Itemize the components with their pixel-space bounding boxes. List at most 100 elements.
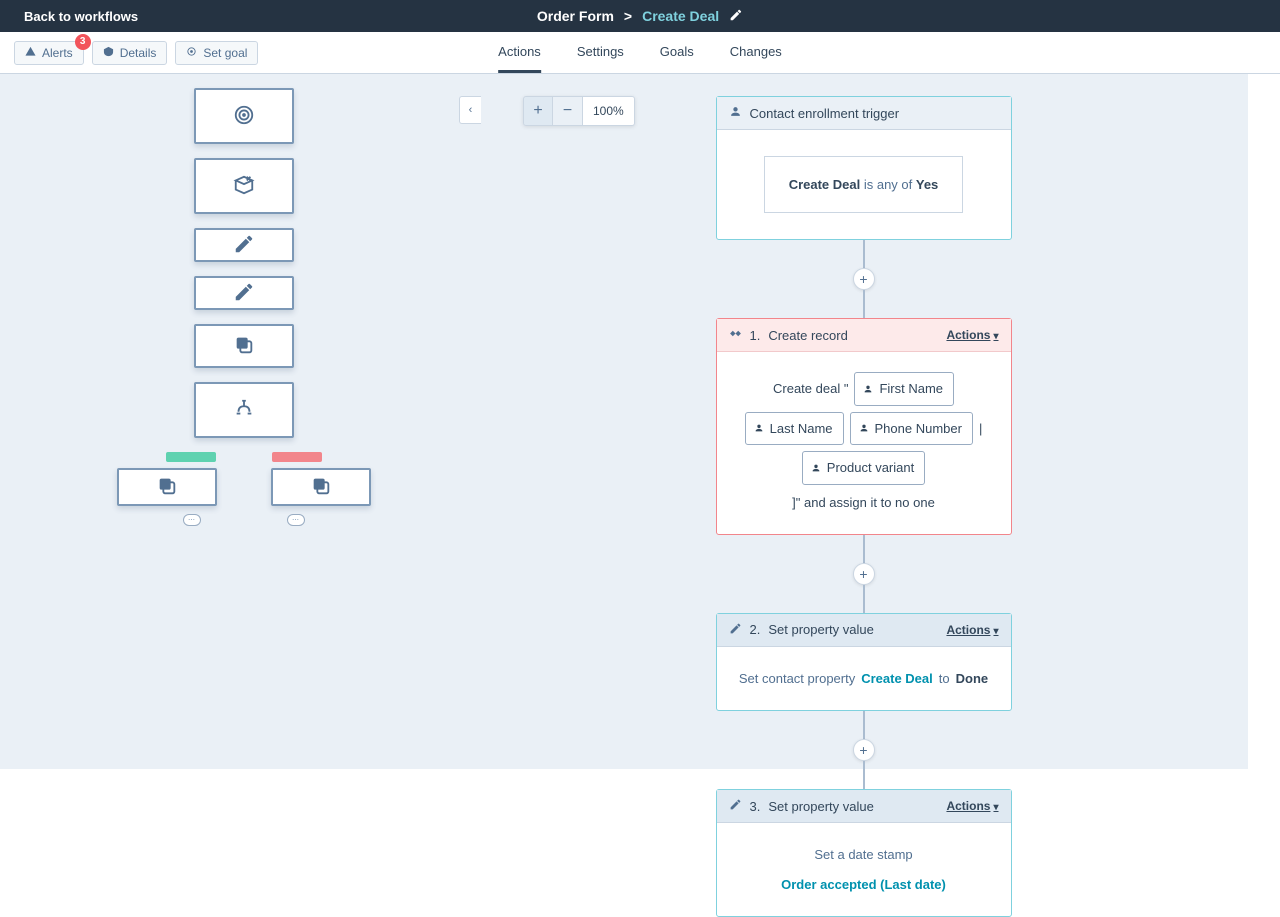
step2-pre: Set contact property: [739, 667, 855, 690]
step-2-num: 2.: [750, 622, 761, 637]
step-3-num: 3.: [750, 799, 761, 814]
person-icon: [729, 105, 742, 121]
chevron-left-icon: ‹: [469, 104, 473, 116]
breadcrumb-root: Order Form: [537, 8, 614, 24]
copy-icon: [310, 475, 332, 500]
edit-title-icon[interactable]: [729, 8, 743, 25]
add-step-button[interactable]: +: [853, 268, 875, 290]
edit-icon: [729, 798, 742, 814]
step-2-card[interactable]: 2. Set property value Actions▾ Set conta…: [716, 613, 1012, 711]
set-goal-label: Set goal: [203, 46, 247, 60]
token-label: Last Name: [770, 417, 833, 440]
add-step-button[interactable]: +: [853, 739, 875, 761]
alert-icon: [25, 46, 36, 60]
token-label: Phone Number: [875, 417, 962, 440]
workflow-canvas: + − 100% Contact enrollment trigger Crea…: [481, 74, 1246, 769]
token-last-name[interactable]: Last Name: [745, 412, 844, 445]
tab-actions[interactable]: Actions: [498, 32, 541, 73]
step-1-actions[interactable]: Actions▾: [946, 328, 998, 342]
step-3-actions[interactable]: Actions▾: [946, 799, 998, 813]
details-label: Details: [120, 46, 157, 60]
tab-settings[interactable]: Settings: [577, 32, 624, 73]
copy-icon: [233, 334, 255, 359]
actions-label: Actions: [946, 799, 990, 813]
branch-icon: [233, 398, 255, 423]
token-label: First Name: [879, 377, 943, 400]
collapse-minimap[interactable]: ‹: [459, 96, 481, 124]
zoom-in-button[interactable]: +: [523, 96, 553, 126]
connector: [863, 240, 865, 268]
step3-pre: Set a date stamp: [814, 843, 912, 866]
connector: [863, 711, 865, 739]
edit-icon: [729, 622, 742, 638]
step2-mid: to: [939, 667, 950, 690]
actions-label: Actions: [946, 328, 990, 342]
step3-link[interactable]: Order accepted (Last date): [781, 873, 946, 896]
details-icon: [103, 46, 114, 60]
target-icon: [233, 104, 255, 129]
copy-icon: [156, 475, 178, 500]
trigger-op: is any of: [860, 177, 916, 192]
minimap-branch-yes: [166, 452, 216, 462]
goal-icon: [186, 46, 197, 60]
connector: [863, 535, 865, 563]
zoom-out-button[interactable]: −: [553, 96, 583, 126]
step-1-card[interactable]: 1. Create record Actions▾ Create deal " …: [716, 318, 1012, 535]
step1-pre: Create deal ": [773, 377, 848, 400]
token-product-variant[interactable]: Product variant: [802, 451, 925, 484]
step-1-num: 1.: [750, 328, 761, 343]
minimap-branch-node[interactable]: [194, 382, 294, 438]
edit-icon: [233, 281, 255, 306]
box-x-icon: [233, 174, 255, 199]
breadcrumb-current: Create Deal: [642, 8, 719, 24]
trigger-condition: Create Deal is any of Yes: [764, 156, 964, 213]
trigger-val: Yes: [916, 177, 938, 192]
step1-mid: |: [979, 417, 982, 440]
chevron-down-icon: ▾: [993, 802, 998, 813]
step-2-actions[interactable]: Actions▾: [946, 623, 998, 637]
tab-changes[interactable]: Changes: [730, 32, 782, 73]
alerts-button[interactable]: Alerts 3: [14, 41, 84, 65]
minimap-node-2[interactable]: [194, 228, 294, 262]
minimap-branch-no: [272, 452, 322, 462]
step2-link[interactable]: Create Deal: [861, 667, 933, 690]
connector: [863, 585, 865, 613]
minimap-branch-right[interactable]: [271, 468, 371, 506]
minimap-panel: ‹: [6, 74, 481, 769]
step-2-title: Set property value: [768, 622, 874, 637]
chevron-down-icon: ▾: [993, 626, 998, 637]
alerts-badge: 3: [75, 34, 91, 50]
step2-end: Done: [956, 667, 989, 690]
add-step-button[interactable]: +: [853, 563, 875, 585]
step1-post: ]" and assign it to no one: [792, 491, 935, 514]
trigger-card[interactable]: Contact enrollment trigger Create Deal i…: [716, 96, 1012, 240]
trigger-title: Contact enrollment trigger: [750, 106, 900, 121]
zoom-controls: + − 100%: [523, 96, 635, 126]
token-first-name[interactable]: First Name: [854, 372, 954, 405]
zoom-level: 100%: [583, 96, 635, 126]
connector: [863, 761, 865, 789]
minimap-branch-left[interactable]: [117, 468, 217, 506]
minimap-node-1[interactable]: [194, 158, 294, 214]
step-1-title: Create record: [768, 328, 847, 343]
minimap-node-4[interactable]: [194, 324, 294, 368]
step-3-title: Set property value: [768, 799, 874, 814]
minimap-trigger-node[interactable]: [194, 88, 294, 144]
minimap-node-3[interactable]: [194, 276, 294, 310]
token-phone[interactable]: Phone Number: [850, 412, 973, 445]
minimap-more-left[interactable]: [183, 514, 201, 526]
breadcrumb-separator: >: [624, 8, 632, 24]
token-label: Product variant: [827, 456, 914, 479]
tab-goals[interactable]: Goals: [660, 32, 694, 73]
alerts-label: Alerts: [42, 46, 73, 60]
trigger-prop: Create Deal: [789, 177, 861, 192]
details-button[interactable]: Details: [92, 41, 168, 65]
right-gutter: [1248, 74, 1280, 769]
step-3-card[interactable]: 3. Set property value Actions▾ Set a dat…: [716, 789, 1012, 917]
minimap-more-right[interactable]: [287, 514, 305, 526]
set-goal-button[interactable]: Set goal: [175, 41, 258, 65]
handshake-icon: [729, 327, 742, 343]
actions-label: Actions: [946, 623, 990, 637]
chevron-down-icon: ▾: [993, 331, 998, 342]
back-to-workflows[interactable]: Back to workflows: [24, 9, 138, 24]
